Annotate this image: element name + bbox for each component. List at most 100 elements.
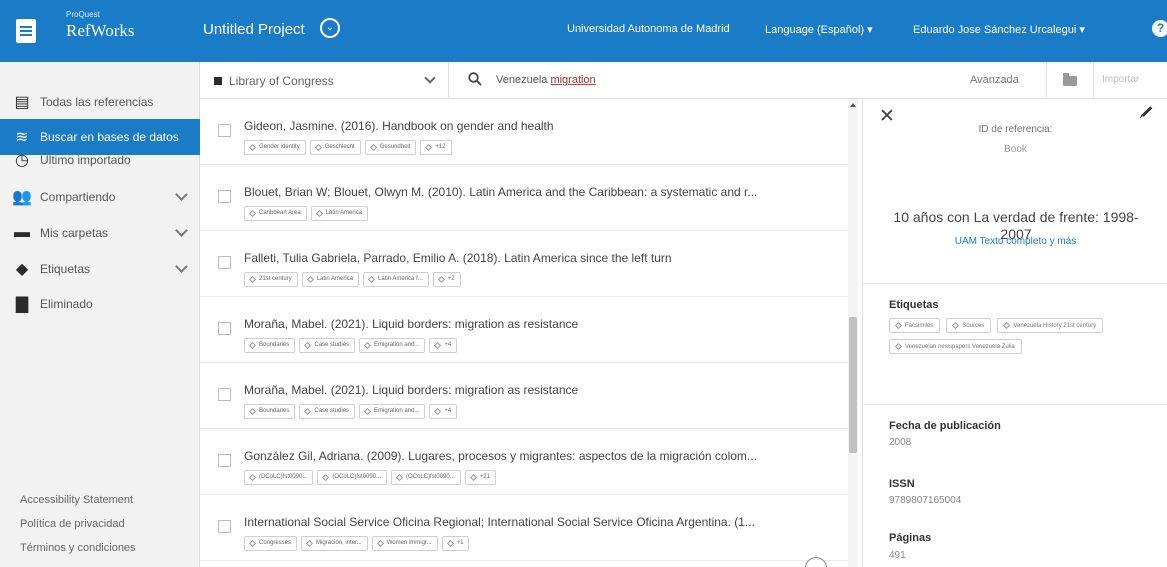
tag-icon: [396, 473, 404, 482]
tag-chip[interactable]: Caribbean Area: [244, 206, 307, 221]
scrollbar-thumb[interactable]: [849, 317, 857, 453]
more-tags-chip[interactable]: +4: [429, 404, 458, 419]
tag-label: +1: [456, 540, 464, 546]
chevron-down-icon[interactable]: [175, 224, 188, 237]
tag-chip[interactable]: Migración, inter...: [301, 536, 368, 551]
search-input[interactable]: Venezuela migration: [496, 74, 596, 86]
project-menu-button[interactable]: ⌄: [320, 18, 340, 38]
fulltext-link[interactable]: UAM Texto completo y más: [863, 236, 1167, 247]
chevron-down-icon[interactable]: [175, 260, 188, 273]
reference-id-label: ID de referencia:: [978, 124, 1053, 135]
sidebar-item-last-imported[interactable]: ◷ Último importado: [0, 142, 200, 178]
select-checkbox[interactable]: [218, 124, 231, 137]
tag-label: (OCoLC)fst0090...: [332, 474, 382, 480]
tag-label: Case studies: [314, 408, 350, 414]
reference-title[interactable]: Falleti, Tulia Gabriela, Parrado, Emilio…: [244, 251, 829, 265]
reference-title[interactable]: Blouet, Brian W; Blouet, Olwyn M. (2010)…: [244, 185, 829, 199]
tag-chip[interactable]: Boundaries: [244, 404, 296, 419]
more-tags-chip[interactable]: +4: [429, 338, 458, 353]
tag-label: Case studies: [314, 342, 350, 348]
tag-icon: [425, 143, 433, 152]
tag-chip[interactable]: Boundaries: [244, 338, 296, 353]
accessibility-link[interactable]: Accessibility Statement: [20, 494, 133, 506]
tag-chip[interactable]: Emigration and...: [359, 404, 426, 419]
results-scrollbar[interactable]: [848, 99, 858, 567]
select-checkbox[interactable]: [218, 388, 231, 401]
sidebar-item-my-folders[interactable]: ▬ Mis carpetas: [0, 215, 200, 251]
tag-chip[interactable]: 21st century: [244, 272, 298, 287]
tag-chip[interactable]: Case studies: [299, 338, 356, 353]
help-icon[interactable]: ?: [1152, 20, 1167, 37]
search-icon[interactable]: [468, 72, 482, 86]
tag-chip[interactable]: Congresses: [244, 536, 298, 551]
tag-chip[interactable]: Latin America f...: [363, 272, 429, 287]
more-tags-chip[interactable]: +2: [432, 272, 461, 287]
tag-label: Venezuelan newspapers Venezuela Zulia: [905, 343, 1015, 350]
privacy-link[interactable]: Política de privacidad: [20, 518, 125, 530]
tag-chip[interactable]: Women immigr...: [371, 536, 438, 551]
sidebar-item-sharing[interactable]: 👥 Compartiendo: [0, 179, 200, 215]
tag-icon: [248, 275, 257, 284]
import-button[interactable]: Importar: [1102, 74, 1139, 85]
folder-button[interactable]: [1046, 62, 1094, 99]
top-header: ProQuest RefWorks Untitled Project ⌄ Uni…: [0, 0, 1167, 62]
sidebar-item-label: Todas las referencias: [40, 95, 154, 109]
scroll-up-arrow-icon[interactable]: [850, 103, 856, 107]
reference-title[interactable]: Moraña, Mabel. (2021). Liquid borders: m…: [244, 383, 829, 397]
tag-chip[interactable]: Gender identity: [244, 140, 306, 155]
tag-chip[interactable]: Case studies: [299, 404, 356, 419]
select-checkbox[interactable]: [218, 322, 231, 335]
list-item[interactable]: Gideon, Jasmine. (2016). Handbook on gen…: [200, 99, 848, 165]
sidebar-item-tags[interactable]: ◆ Etiquetas: [0, 251, 200, 287]
select-checkbox[interactable]: [218, 520, 231, 533]
tag-chip[interactable]: Latin America: [310, 206, 369, 221]
reference-detail-panel: ✕ ID de referencia: Book 10 años con La …: [862, 99, 1167, 567]
tag-chip[interactable]: (OCoLC)fst0090...: [317, 470, 388, 485]
user-menu[interactable]: Eduardo Jose Sánchez Urcalegui ▾: [913, 23, 1085, 36]
tag-chip[interactable]: Venezuela History 21st century: [997, 318, 1104, 333]
tag-chip[interactable]: Venezuelan newspapers Venezuela Zulia: [889, 339, 1022, 354]
chevron-down-icon[interactable]: [175, 188, 188, 201]
reference-title[interactable]: González Gil, Adriana. (2009). Lugares, …: [244, 449, 829, 463]
sidebar-item-deleted[interactable]: ▇ Eliminado: [0, 286, 200, 322]
more-tags-chip[interactable]: +12: [420, 140, 452, 155]
list-item[interactable]: Moraña, Mabel. (2021). Liquid borders: m…: [200, 297, 848, 363]
more-tags-chip[interactable]: +21: [464, 470, 496, 485]
tag-label: +21: [479, 474, 490, 480]
tag-chip[interactable]: (DCoLC)fst0090...: [244, 470, 314, 485]
tag-list: Boundaries Case studies Emigration and..…: [244, 338, 458, 353]
list-item[interactable]: González Gil, Adriana. (2009). Lugares, …: [200, 429, 848, 495]
list-item[interactable]: Blouet, Brian W; Blouet, Olwyn M. (2010)…: [200, 165, 848, 231]
tag-chip[interactable]: Latin America: [301, 272, 360, 287]
terms-link[interactable]: Términos y condiciones: [20, 542, 136, 554]
select-checkbox[interactable]: [218, 454, 231, 467]
divider: [863, 283, 1167, 284]
tag-chip[interactable]: Gesundheit: [364, 140, 417, 155]
database-select[interactable]: Library of Congress: [214, 62, 449, 99]
list-item[interactable]: International Social Service Oficina Reg…: [200, 495, 848, 561]
refworks-logo[interactable]: [0, 0, 52, 62]
tag-chip[interactable]: Emigration and...: [359, 338, 426, 353]
more-tags-chip[interactable]: +1: [441, 536, 470, 551]
tag-icon: [304, 407, 312, 416]
select-checkbox[interactable]: [218, 190, 231, 203]
tag-chip[interactable]: Geschlecht: [309, 140, 361, 155]
tag-icon: [446, 539, 454, 548]
tag-chip[interactable]: Facsimiles: [889, 318, 941, 333]
select-checkbox[interactable]: [218, 256, 231, 269]
list-item[interactable]: Moraña, Mabel. (2021). Liquid borders: m…: [200, 363, 848, 429]
tag-chip[interactable]: (OCoLC)fst0090...: [391, 470, 461, 485]
advanced-search-link[interactable]: Avanzada: [970, 74, 1019, 86]
tag-chip[interactable]: Sources: [946, 318, 992, 333]
edit-pencil-icon[interactable]: [1141, 106, 1153, 117]
sidebar-item-all-references[interactable]: ▤ Todas las referencias: [0, 84, 200, 120]
reference-title[interactable]: Moraña, Mabel. (2021). Liquid borders: m…: [244, 317, 829, 331]
tag-label: Caribbean Area: [259, 210, 301, 216]
language-menu[interactable]: Language (Español) ▾: [765, 23, 873, 36]
tag-icon: [248, 143, 257, 152]
reference-title[interactable]: Gideon, Jasmine. (2016). Handbook on gen…: [244, 119, 829, 133]
reference-title[interactable]: International Social Service Oficina Reg…: [244, 515, 829, 529]
project-title[interactable]: Untitled Project: [203, 21, 305, 38]
list-item[interactable]: Falleti, Tulia Gabriela, Parrado, Emilio…: [200, 231, 848, 297]
institution-link[interactable]: Universidad Autonoma de Madrid: [567, 23, 730, 35]
